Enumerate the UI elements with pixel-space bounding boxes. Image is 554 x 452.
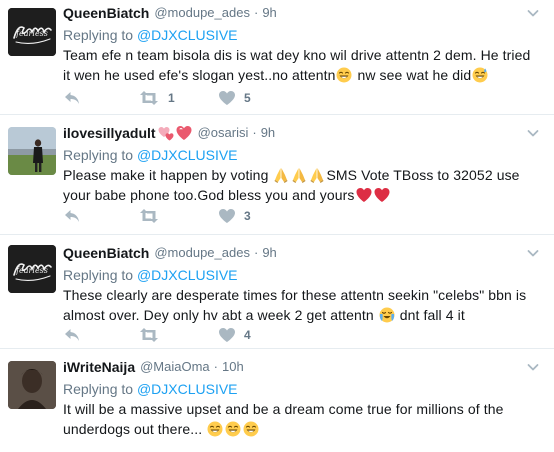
display-name[interactable]: iWriteNaija [63,358,135,376]
heart-icon [218,90,236,106]
heart-icon [218,208,236,224]
chevron-down-icon[interactable] [526,126,540,140]
red-heart-emoji-icon [356,187,372,203]
reply-context: Replying to @DJXCLUSIVE [63,26,540,45]
retweet-count: 1 [168,91,175,105]
reply-context: Replying to @DJXCLUSIVE [63,266,540,285]
like-count: 4 [244,328,251,342]
username[interactable]: @osarisi [198,124,249,142]
retweet-icon [138,327,160,343]
like-button[interactable]: 4 [218,326,278,344]
username[interactable]: @modupe_ades [154,4,250,22]
mention-link[interactable]: @DJXCLUSIVE [137,381,238,397]
like-button[interactable]: 5 [218,89,278,107]
avatar-logo-text: fearless [15,266,48,275]
retweet-button[interactable] [138,326,218,344]
tweet-text: Please make it happen by voting SMS Vote… [63,165,540,205]
separator-dot: · [253,5,259,20]
separator-dot: · [252,125,257,140]
reply-label: Replying to [63,381,134,397]
crying-laughing-emoji-icon [379,307,395,323]
like-count: 3 [244,209,251,223]
tweet-text: These clearly are desperate times for th… [63,285,540,325]
red-heart-emoji-icon [374,187,390,203]
profile-photo-icon [8,361,56,409]
grinning-emoji-icon [243,421,259,437]
reply-button[interactable] [63,207,138,225]
tweet-text: Team efe n team bisola dis is wat dey kn… [63,45,540,85]
tweet[interactable]: fearless QueenBiatch @modupe_ades · 9h R… [0,0,554,115]
reply-context: Replying to @DJXCLUSIVE [63,380,540,399]
grinning-emoji-icon [207,421,223,437]
chevron-down-icon[interactable] [526,246,540,260]
tweet-text-part: dnt fall 4 it [395,307,465,323]
display-name[interactable]: QueenBiatch [63,244,149,262]
reply-label: Replying to [63,27,134,43]
timestamp[interactable]: 10h [222,358,244,376]
two-hearts-emoji-icon [158,125,174,141]
timestamp[interactable]: 9h [262,244,276,262]
username[interactable]: @MaiaOma [140,358,210,376]
timestamp[interactable]: 9h [262,4,276,22]
separator-dot: · [253,245,259,260]
tweet[interactable]: ilovesillyadult @osarisi · 9h Replying t… [0,115,554,235]
avatar[interactable] [8,127,56,175]
mention-link[interactable]: @DJXCLUSIVE [137,27,238,43]
chevron-down-icon[interactable] [526,6,540,20]
tweet-text: It will be a massive upset and be a drea… [63,399,540,439]
avatar-logo-text: fearless [15,29,48,38]
tweet[interactable]: iWriteNaija @MaiaOma · 10h Replying to @… [0,349,554,452]
separator-dot: · [213,359,218,374]
retweet-button[interactable]: 1 [138,89,218,107]
retweet-icon [138,208,160,224]
reply-button[interactable] [63,89,138,107]
like-count: 5 [244,91,251,105]
like-button[interactable]: 3 [218,207,278,225]
laughing-emoji-icon [336,67,352,83]
praying-hands-emoji-icon [291,167,307,183]
praying-hands-emoji-icon [273,167,289,183]
action-bar: 3 [63,207,278,225]
avatar[interactable]: fearless [8,245,56,293]
chevron-down-icon[interactable] [526,360,540,374]
action-bar: 1 5 [63,89,278,107]
grinning-emoji-icon [225,421,241,437]
username[interactable]: @modupe_ades [154,244,250,262]
sweat-smile-emoji-icon [472,67,488,83]
pink-heart-emoji-icon [176,125,192,141]
avatar[interactable] [8,361,56,409]
avatar[interactable]: fearless [8,8,56,56]
reply-context: Replying to @DJXCLUSIVE [63,146,540,165]
action-bar: 4 [63,326,278,344]
reply-button[interactable] [63,326,138,344]
reply-label: Replying to [63,147,134,163]
tweet-text-part: It will be a massive upset and be a drea… [63,401,504,437]
fearless-logo-icon: fearless [8,245,56,293]
fearless-logo-icon: fearless [8,8,56,56]
display-name[interactable]: QueenBiatch [63,4,149,22]
reply-arrow-icon [63,327,81,343]
profile-photo-icon [8,127,56,175]
reply-arrow-icon [63,90,81,106]
timestamp[interactable]: 9h [261,124,275,142]
retweet-icon [138,90,160,106]
reply-label: Replying to [63,267,134,283]
retweet-button[interactable] [138,207,218,225]
tweet-text-part: Please make it happen by voting [63,167,273,183]
tweet[interactable]: fearless QueenBiatch @modupe_ades · 9h R… [0,235,554,349]
reply-arrow-icon [63,208,81,224]
tweet-text-part: nw see wat he did [353,67,472,83]
display-name[interactable]: ilovesillyadult [63,124,156,142]
mention-link[interactable]: @DJXCLUSIVE [137,147,238,163]
mention-link[interactable]: @DJXCLUSIVE [137,267,238,283]
heart-icon [218,327,236,343]
praying-hands-emoji-icon [309,167,325,183]
